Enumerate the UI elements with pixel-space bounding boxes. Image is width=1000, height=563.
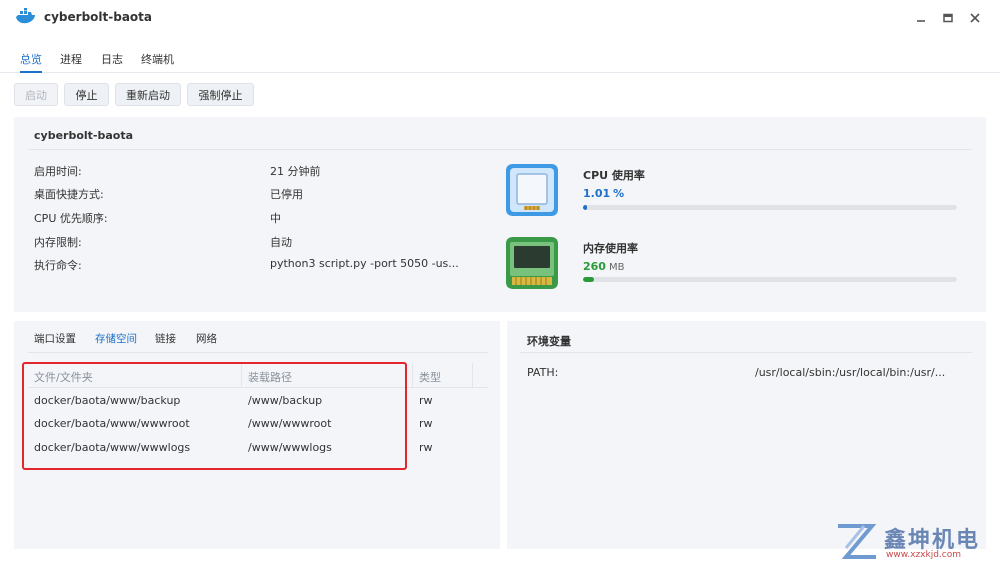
info-value-command: python3 script.py -port 5050 -us... (270, 257, 459, 270)
column-separator (412, 363, 413, 387)
cpu-usage-bar-fill (583, 205, 587, 210)
title-bar: cyberbolt-baota (0, 0, 1000, 36)
storage-divider (28, 352, 488, 353)
cpu-chip-icon (506, 164, 558, 216)
subtab-network[interactable]: 网络 (196, 331, 217, 346)
memory-usage-title: 内存使用率 (583, 242, 638, 255)
cpu-usage-value: 1.01% (583, 187, 625, 200)
overview-panel (14, 117, 986, 312)
watermark-url: www.xzxkjd.com (886, 550, 962, 560)
active-tab-indicator (20, 71, 42, 73)
info-label-memory-limit: 内存限制: (34, 236, 82, 249)
table-cell-type[interactable]: rw (419, 394, 433, 407)
env-var-value: /usr/local/sbin:/usr/local/bin:/usr/... (755, 366, 946, 379)
overview-divider (28, 149, 972, 150)
env-panel-title: 环境变量 (527, 335, 571, 348)
stop-button[interactable]: 停止 (64, 83, 109, 106)
env-divider (520, 352, 972, 353)
column-separator (472, 363, 473, 387)
tab-terminal[interactable]: 终端机 (141, 51, 174, 67)
info-label-command: 执行命令: (34, 259, 82, 272)
tab-logs[interactable]: 日志 (101, 51, 123, 67)
main-tabs: 总览 进程 日志 终端机 (0, 40, 1000, 73)
info-value-shortcut: 已停用 (270, 188, 303, 201)
memory-usage-value: 260 MB (583, 260, 625, 273)
info-label-uptime: 启用时间: (34, 165, 82, 178)
minimize-button[interactable] (913, 10, 929, 26)
env-panel (507, 321, 986, 549)
tab-overview[interactable]: 总览 (20, 51, 42, 67)
maximize-icon (943, 13, 953, 23)
info-label-shortcut: 桌面快捷方式: (34, 188, 104, 201)
memory-module-icon (506, 237, 558, 289)
info-value-cpu-priority: 中 (270, 212, 281, 225)
container-name: cyberbolt-baota (34, 129, 134, 142)
subtab-links[interactable]: 链接 (155, 331, 176, 346)
table-cell-type[interactable]: rw (419, 441, 433, 454)
minimize-icon (917, 20, 925, 22)
column-header-type[interactable]: 类型 (419, 369, 441, 385)
subtab-port-settings[interactable]: 端口设置 (34, 331, 76, 346)
info-label-cpu-priority: CPU 优先顺序: (34, 212, 108, 225)
start-button[interactable]: 启动 (14, 83, 58, 106)
tab-processes[interactable]: 进程 (60, 51, 82, 67)
table-cell-type[interactable]: rw (419, 417, 433, 430)
memory-usage-bar (583, 277, 957, 282)
maximize-button[interactable] (940, 10, 956, 26)
close-button[interactable] (967, 10, 983, 26)
subtab-storage[interactable]: 存储空间 (95, 331, 137, 346)
info-value-uptime: 21 分钟前 (270, 165, 321, 178)
restart-button[interactable]: 重新启动 (115, 83, 181, 106)
cpu-usage-bar (583, 205, 957, 210)
annotation-highlight-box (22, 362, 407, 470)
cpu-usage-title: CPU 使用率 (583, 169, 645, 182)
close-icon (970, 13, 980, 23)
docker-whale-icon (16, 8, 35, 24)
force-stop-button[interactable]: 强制停止 (187, 83, 254, 106)
info-value-memory-limit: 自动 (270, 236, 292, 249)
window-title: cyberbolt-baota (44, 10, 153, 24)
memory-usage-bar-fill (583, 277, 595, 282)
env-var-key: PATH: (527, 366, 559, 379)
